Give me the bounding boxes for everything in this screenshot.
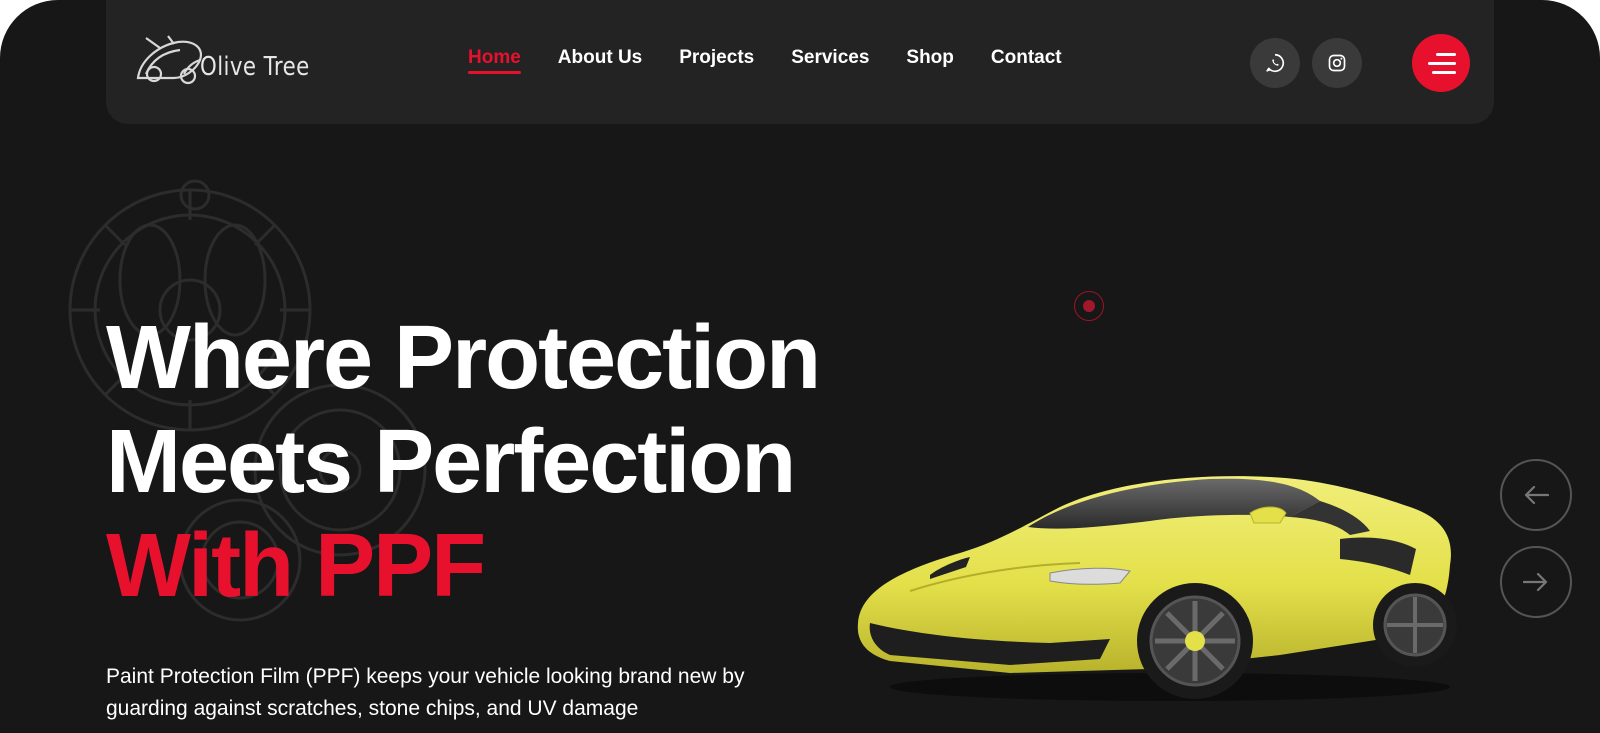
hero-description: Paint Protection Film (PPF) keeps your v… bbox=[106, 665, 745, 720]
whatsapp-button[interactable] bbox=[1250, 38, 1300, 88]
arrow-left-icon bbox=[1524, 485, 1549, 505]
main-nav: Home About Us Projects Services Shop Con… bbox=[468, 47, 1062, 74]
hamburger-menu-icon bbox=[1436, 52, 1456, 56]
site-header: Olive Tree Home About Us Projects Servic… bbox=[106, 0, 1494, 124]
hero-headline-line-1: Where Protection bbox=[106, 308, 821, 408]
page-frame: Olive Tree Home About Us Projects Servic… bbox=[0, 0, 1600, 733]
slider-next-button[interactable] bbox=[1500, 546, 1572, 618]
hero-headline: Where Protection Meets Perfection With P… bbox=[106, 306, 821, 618]
nav-item-shop[interactable]: Shop bbox=[906, 47, 954, 74]
slider-prev-button[interactable] bbox=[1500, 459, 1572, 531]
arrow-right-icon bbox=[1523, 572, 1548, 592]
nav-item-home[interactable]: Home bbox=[468, 47, 521, 74]
brand-name: Olive Tree bbox=[200, 52, 310, 82]
nav-item-about-us[interactable]: About Us bbox=[558, 47, 642, 74]
hero-headline-line-2: Meets Perfection bbox=[106, 412, 796, 512]
nav-item-services[interactable]: Services bbox=[791, 47, 869, 74]
sports-car-image bbox=[857, 476, 1457, 701]
nav-item-contact[interactable]: Contact bbox=[991, 47, 1062, 74]
instagram-button[interactable] bbox=[1312, 38, 1362, 88]
hero-headline-line-3: With PPF bbox=[106, 516, 486, 616]
instagram-icon bbox=[1328, 54, 1346, 72]
whatsapp-icon bbox=[1266, 53, 1284, 73]
menu-button[interactable] bbox=[1412, 34, 1470, 92]
hotspot-marker[interactable] bbox=[1074, 291, 1104, 321]
nav-item-projects[interactable]: Projects bbox=[679, 47, 754, 74]
